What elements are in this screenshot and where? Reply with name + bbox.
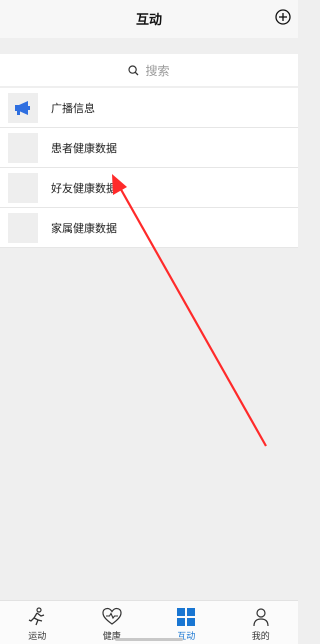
plus-circle-icon (275, 9, 291, 25)
search-icon (128, 64, 139, 75)
list-item-label: 患者健康数据 (51, 141, 117, 155)
interaction-list: 广播信息 患者健康数据 好友健康数据 家属健康数据 (0, 88, 298, 248)
person-icon (253, 608, 269, 627)
top-bar: 互动 (0, 0, 298, 38)
home-indicator (115, 638, 183, 641)
list-item-label: 家属健康数据 (51, 221, 117, 235)
list-item-label: 广播信息 (51, 101, 95, 115)
tab-label: 运动 (28, 632, 47, 642)
family-thumb (8, 212, 38, 243)
list-item-friend-health[interactable]: 好友健康数据 (0, 168, 298, 208)
tab-label: 我的 (251, 632, 270, 642)
tab-profile[interactable]: 我的 (224, 601, 299, 644)
list-item-patient-health[interactable]: 患者健康数据 (0, 128, 298, 168)
list-item-broadcast[interactable]: 广播信息 (0, 88, 298, 128)
list-item-family-health[interactable]: 家属健康数据 (0, 208, 298, 248)
friend-thumb (8, 172, 38, 203)
grid-icon (177, 608, 196, 626)
search-placeholder: 搜索 (145, 63, 170, 78)
tab-sport[interactable]: 运动 (0, 601, 75, 644)
search-bar: 搜索 (0, 54, 298, 86)
running-icon (28, 607, 45, 626)
patient-thumb (8, 132, 38, 163)
page-title: 互动 (135, 13, 162, 28)
broadcast-thumb (8, 92, 38, 123)
add-button[interactable] (275, 9, 291, 25)
bottom-tab-bar: 运动 健康 互动 我的 (0, 600, 298, 644)
heart-pulse-icon (102, 607, 122, 625)
list-item-label: 好友健康数据 (51, 181, 117, 195)
search-input[interactable]: 搜索 (0, 54, 298, 86)
megaphone-icon (15, 100, 30, 115)
